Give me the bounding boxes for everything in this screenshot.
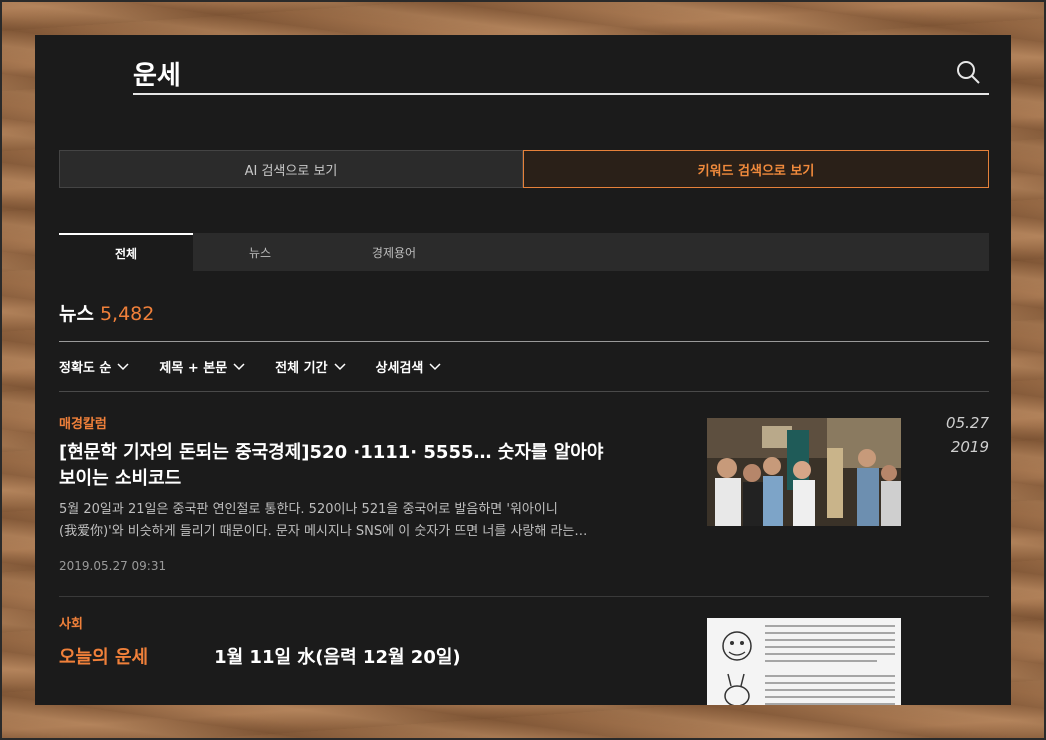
article-thumbnail[interactable] bbox=[707, 618, 901, 705]
article-title-line: 보이는 소비코드 bbox=[59, 468, 182, 489]
filter-label: 상세검색 bbox=[375, 361, 424, 376]
tab-news[interactable]: 뉴스 bbox=[193, 233, 327, 271]
article-title[interactable]: [현문학 기자의 돈되는 중국경제]520 ·1111· 5555… 숫자를 알… bbox=[59, 440, 679, 492]
article-title[interactable]: 오늘의 운세 1월 11일 水(음력 12월 20일) bbox=[59, 643, 461, 669]
article-timestamp: 2019.05.27 09:31 bbox=[59, 559, 167, 573]
article-date-md: 05.27 bbox=[946, 414, 989, 432]
chevron-down-icon bbox=[117, 362, 129, 370]
search-input[interactable]: 운세 bbox=[133, 55, 181, 92]
keyword-search-toggle[interactable]: 키워드 검색으로 보기 bbox=[523, 150, 989, 188]
tab-econ-terms[interactable]: 경제용어 bbox=[327, 233, 461, 271]
article-thumbnail[interactable] bbox=[707, 418, 901, 526]
news-count-number: 5,482 bbox=[99, 303, 155, 325]
chevron-down-icon bbox=[334, 362, 346, 370]
sort-filter[interactable]: 정확도 순 bbox=[59, 357, 129, 376]
chevron-down-icon bbox=[429, 362, 441, 370]
article-category[interactable]: 매경칼럼 bbox=[59, 413, 107, 432]
ai-search-toggle[interactable]: AI 검색으로 보기 bbox=[59, 150, 523, 188]
chevron-down-icon bbox=[233, 362, 245, 370]
article-summary[interactable]: 5월 20일과 21일은 중국판 연인절로 통한다. 520이나 521을 중국… bbox=[59, 499, 649, 543]
article-summary-line: (我爱你)'와 비슷하게 들리기 때문이다. 문자 메시지나 SNS에 이 숫자… bbox=[59, 524, 588, 539]
filter-label: 제목 + 본문 bbox=[159, 361, 228, 376]
filter-label: 전체 기간 bbox=[275, 361, 328, 376]
article-category[interactable]: 사회 bbox=[59, 613, 83, 632]
article-title-rest: 1월 11일 水(음력 12월 20일) bbox=[214, 647, 461, 668]
scope-filter[interactable]: 제목 + 본문 bbox=[159, 357, 245, 376]
article-summary-line: 5월 20일과 21일은 중국판 연인절로 통한다. 520이나 521을 중국… bbox=[59, 502, 558, 517]
search-icon[interactable] bbox=[955, 59, 981, 85]
divider bbox=[59, 341, 989, 342]
article-title-line: [현문학 기자의 돈되는 중국경제]520 ·1111· 5555… 숫자를 알… bbox=[59, 442, 604, 463]
article-title-highlight: 오늘의 운세 bbox=[59, 647, 149, 668]
article-date-year: 2019 bbox=[950, 438, 989, 456]
search-bar[interactable]: 운세 bbox=[133, 51, 989, 95]
search-results-panel: 운세 AI 검색으로 보기 키워드 검색으로 보기 전체 뉴스 경제용어 뉴스 5… bbox=[35, 35, 1011, 705]
filter-label: 정확도 순 bbox=[59, 361, 112, 376]
advanced-search-filter[interactable]: 상세검색 bbox=[376, 357, 442, 376]
article-date: 05.27 2019 bbox=[946, 411, 989, 459]
filter-bar: 정확도 순 제목 + 본문 전체 기간 상세검색 bbox=[59, 357, 441, 376]
divider bbox=[59, 596, 989, 597]
news-count-label: 뉴스 bbox=[59, 303, 94, 325]
result-tabs: 전체 뉴스 경제용어 bbox=[59, 233, 989, 271]
news-result-count: 뉴스 5,482 bbox=[59, 299, 154, 326]
period-filter[interactable]: 전체 기간 bbox=[275, 357, 346, 376]
divider bbox=[59, 391, 989, 392]
tab-all[interactable]: 전체 bbox=[59, 233, 193, 271]
